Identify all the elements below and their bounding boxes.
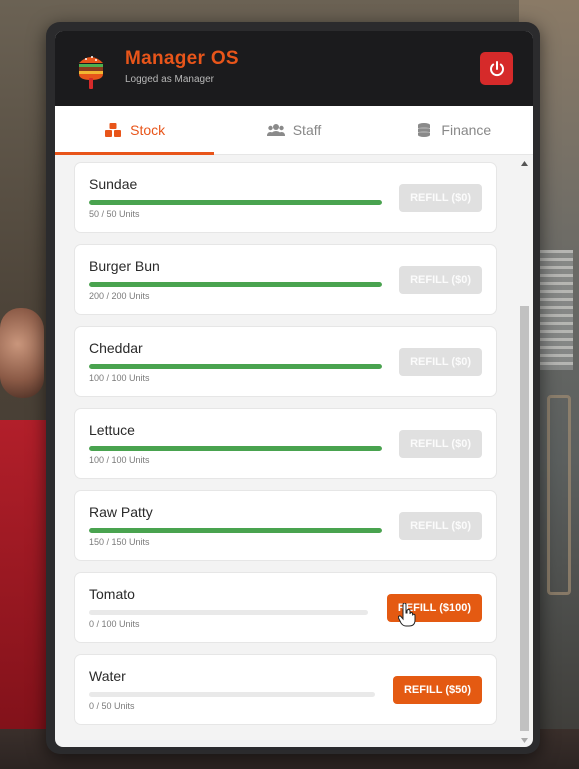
tab-stock-label: Stock — [130, 122, 166, 138]
stock-item-name: Tomato — [89, 586, 135, 602]
stock-progress-bar — [89, 282, 382, 287]
tab-stock[interactable]: Stock — [55, 106, 215, 155]
stock-item-name: Cheddar — [89, 340, 143, 356]
stock-units: 0 / 50 Units — [89, 701, 135, 711]
stock-item: Tomato 0 / 100 Units REFILL ($100) — [74, 572, 497, 643]
refill-button[interactable]: REFILL ($0) — [399, 512, 482, 540]
scrollbar[interactable] — [519, 156, 530, 747]
stock-progress-fill — [89, 200, 382, 205]
tab-finance[interactable]: Finance — [374, 106, 533, 154]
stock-progress-fill — [89, 282, 382, 287]
refill-button[interactable]: REFILL ($50) — [392, 676, 482, 704]
stock-item-name: Burger Bun — [89, 258, 160, 274]
users-icon — [266, 122, 285, 138]
stock-units: 150 / 150 Units — [89, 537, 150, 547]
stock-item-name: Raw Patty — [89, 504, 153, 520]
stock-progress-fill — [89, 446, 382, 451]
app-title: Manager OS — [125, 48, 239, 69]
stock-list-area[interactable]: Sundae 50 / 50 Units REFILL ($0) Burger Bun… — [55, 156, 533, 747]
power-button[interactable] — [480, 52, 513, 85]
stock-item: Burger Bun 200 / 200 Units REFILL ($0) — [74, 244, 497, 315]
stock-item: Sundae 50 / 50 Units REFILL ($0) — [74, 162, 497, 233]
boxes-icon — [104, 122, 122, 138]
stock-progress-fill — [89, 528, 382, 533]
stock-progress-bar — [89, 692, 375, 697]
stock-units: 0 / 100 Units — [89, 619, 140, 629]
refill-button[interactable]: REFILL ($0) — [399, 348, 482, 376]
stock-units: 50 / 50 Units — [89, 209, 140, 219]
scroll-up-arrow-icon[interactable] — [520, 158, 529, 168]
stock-item-name: Sundae — [89, 176, 138, 192]
stock-progress-bar — [89, 610, 368, 615]
hand-pointer-icon — [397, 602, 416, 627]
stock-item: Water 0 / 50 Units REFILL ($50) — [74, 654, 497, 725]
tab-finance-label: Finance — [441, 122, 492, 138]
tab-bar: Stock Staff Finance — [55, 106, 533, 155]
stock-units: 100 / 100 Units — [89, 455, 150, 465]
refill-button[interactable]: REFILL ($0) — [399, 266, 482, 294]
stock-item: Lettuce 100 / 100 Units REFILL ($0) — [74, 408, 497, 479]
stock-progress-bar — [89, 200, 382, 205]
scroll-down-arrow-icon[interactable] — [520, 735, 529, 745]
app-screen: Manager OS Logged as Manager Stock Staff… — [55, 31, 533, 747]
stock-progress-bar — [89, 528, 382, 533]
stock-progress-bar — [89, 364, 382, 369]
background-character — [0, 300, 50, 769]
scrollbar-thumb[interactable] — [520, 306, 529, 731]
stock-units: 100 / 100 Units — [89, 373, 150, 383]
tab-staff-label: Staff — [292, 122, 322, 138]
coins-icon — [415, 122, 433, 138]
tab-staff[interactable]: Staff — [214, 106, 373, 154]
stock-item: Raw Patty 150 / 150 Units REFILL ($0) — [74, 490, 497, 561]
app-subtitle: Logged as Manager — [125, 74, 214, 85]
burger-logo-icon — [76, 51, 106, 91]
stock-item: Cheddar 100 / 100 Units REFILL ($0) — [74, 326, 497, 397]
tablet-frame: Manager OS Logged as Manager Stock Staff… — [46, 22, 540, 754]
power-icon — [489, 60, 504, 76]
refill-button[interactable]: REFILL ($0) — [399, 430, 482, 458]
stock-units: 200 / 200 Units — [89, 291, 150, 301]
refill-button[interactable]: REFILL ($0) — [399, 184, 482, 212]
app-header: Manager OS Logged as Manager — [55, 31, 533, 106]
stock-progress-fill — [89, 364, 382, 369]
stock-item-name: Lettuce — [89, 422, 135, 438]
stock-list: Sundae 50 / 50 Units REFILL ($0) Burger Bun… — [74, 162, 497, 736]
stock-progress-bar — [89, 446, 382, 451]
stock-item-name: Water — [89, 668, 126, 684]
